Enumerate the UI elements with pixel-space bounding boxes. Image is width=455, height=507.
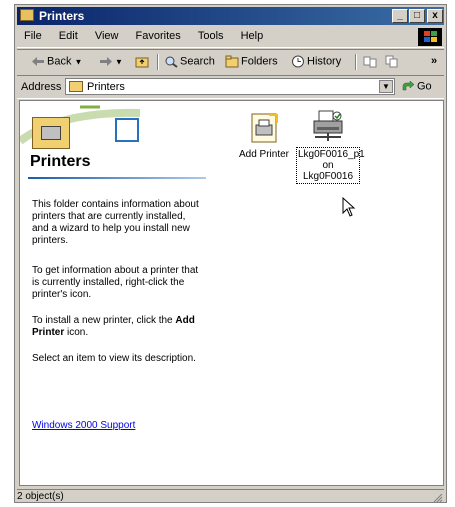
search-label: Search bbox=[180, 55, 215, 68]
folders-icon bbox=[225, 55, 239, 68]
up-folder-icon bbox=[135, 55, 149, 68]
forward-arrow-icon bbox=[99, 55, 113, 68]
history-button[interactable]: History bbox=[291, 55, 341, 68]
address-label: Address bbox=[21, 81, 62, 93]
mouse-pointer-icon bbox=[342, 197, 356, 217]
folder-view: Printers This folder contains informatio… bbox=[19, 100, 444, 486]
printers-folder-icon bbox=[69, 81, 83, 92]
back-dropdown-icon[interactable]: ▼ bbox=[75, 57, 83, 66]
up-folder-button[interactable] bbox=[135, 55, 151, 68]
window-title: Printers bbox=[39, 9, 85, 23]
standard-toolbar: Back ▼ ▼ Search Folders History » bbox=[17, 49, 444, 74]
object-count: 2 object(s) bbox=[17, 491, 64, 502]
move-to-button[interactable] bbox=[363, 55, 379, 68]
windows-logo-icon bbox=[418, 28, 442, 46]
install-hint-suffix: icon. bbox=[67, 327, 89, 338]
copy-to-button[interactable] bbox=[385, 55, 401, 68]
address-value: Printers bbox=[87, 81, 125, 93]
search-button[interactable]: Search bbox=[164, 55, 215, 68]
back-label: Back bbox=[47, 55, 72, 68]
go-arrow-icon bbox=[401, 80, 415, 93]
status-bar: 2 object(s) bbox=[17, 489, 444, 504]
address-bar: Address Printers ▼ Go bbox=[17, 75, 444, 99]
network-printer-icon bbox=[311, 109, 345, 143]
printers-folder-icon bbox=[20, 9, 34, 21]
printers-folder-icon bbox=[32, 117, 70, 149]
move-to-icon bbox=[363, 55, 377, 68]
printer-name: Lkg0F0016_p1 bbox=[298, 149, 365, 160]
printer-item-lkg0f0016[interactable]: Lkg0F0016_p1 on Lkg0F0016 bbox=[296, 109, 365, 184]
toolbar-separator bbox=[355, 54, 357, 70]
folders-label: Folders bbox=[241, 55, 278, 68]
address-input[interactable]: Printers ▼ bbox=[65, 78, 395, 95]
title-divider bbox=[28, 177, 206, 179]
folder-description: This folder contains information about p… bbox=[32, 199, 199, 246]
search-icon bbox=[164, 55, 178, 68]
title-bar[interactable]: Printers _ □ x bbox=[17, 7, 444, 25]
forward-button[interactable]: ▼ bbox=[99, 55, 123, 68]
explorer-window: Printers _ □ x File Edit View Favorites … bbox=[14, 4, 447, 503]
install-hint-prefix: To install a new printer, click the bbox=[32, 315, 173, 326]
printer-host: on Lkg0F0016 bbox=[302, 160, 354, 182]
install-hint: To install a new printer, click the Add … bbox=[32, 315, 202, 339]
printer-label: Lkg0F0016_p1 on Lkg0F0016 bbox=[296, 147, 365, 184]
add-printer-label: Add Printer bbox=[238, 149, 290, 160]
menu-help[interactable]: Help bbox=[234, 27, 271, 45]
copy-to-icon bbox=[385, 55, 399, 68]
menu-favorites[interactable]: Favorites bbox=[129, 27, 188, 45]
menu-tools[interactable]: Tools bbox=[191, 27, 231, 45]
forward-dropdown-icon[interactable]: ▼ bbox=[115, 57, 123, 66]
minimize-button[interactable]: _ bbox=[392, 9, 408, 23]
folders-button[interactable]: Folders bbox=[225, 55, 278, 68]
maximize-button[interactable]: □ bbox=[409, 9, 425, 23]
toolbar-separator bbox=[157, 54, 159, 70]
add-printer-icon bbox=[247, 111, 281, 145]
right-click-hint: To get information about a printer that … bbox=[32, 265, 199, 300]
add-printer-item[interactable]: Add Printer bbox=[234, 111, 294, 160]
history-icon bbox=[291, 55, 305, 68]
menu-file[interactable]: File bbox=[17, 27, 49, 45]
windows-2000-support-link[interactable]: Windows 2000 Support bbox=[32, 420, 135, 431]
toolbar-chevron[interactable]: » bbox=[431, 55, 437, 67]
resize-grip-icon[interactable] bbox=[433, 493, 443, 503]
go-label: Go bbox=[417, 80, 432, 93]
web-view-pane: Printers This folder contains informatio… bbox=[20, 101, 210, 485]
close-button[interactable]: x bbox=[427, 9, 443, 23]
select-hint: Select an item to view its description. bbox=[32, 353, 196, 364]
history-label: History bbox=[307, 55, 342, 68]
go-button[interactable]: Go bbox=[401, 80, 432, 93]
pane-title: Printers bbox=[30, 153, 91, 170]
menu-edit[interactable]: Edit bbox=[52, 27, 85, 45]
back-arrow-icon bbox=[31, 55, 45, 68]
back-button[interactable]: Back ▼ bbox=[31, 55, 82, 68]
menu-bar: File Edit View Favorites Tools Help bbox=[17, 27, 444, 48]
address-dropdown-icon[interactable]: ▼ bbox=[379, 80, 393, 93]
menu-view[interactable]: View bbox=[88, 27, 126, 45]
